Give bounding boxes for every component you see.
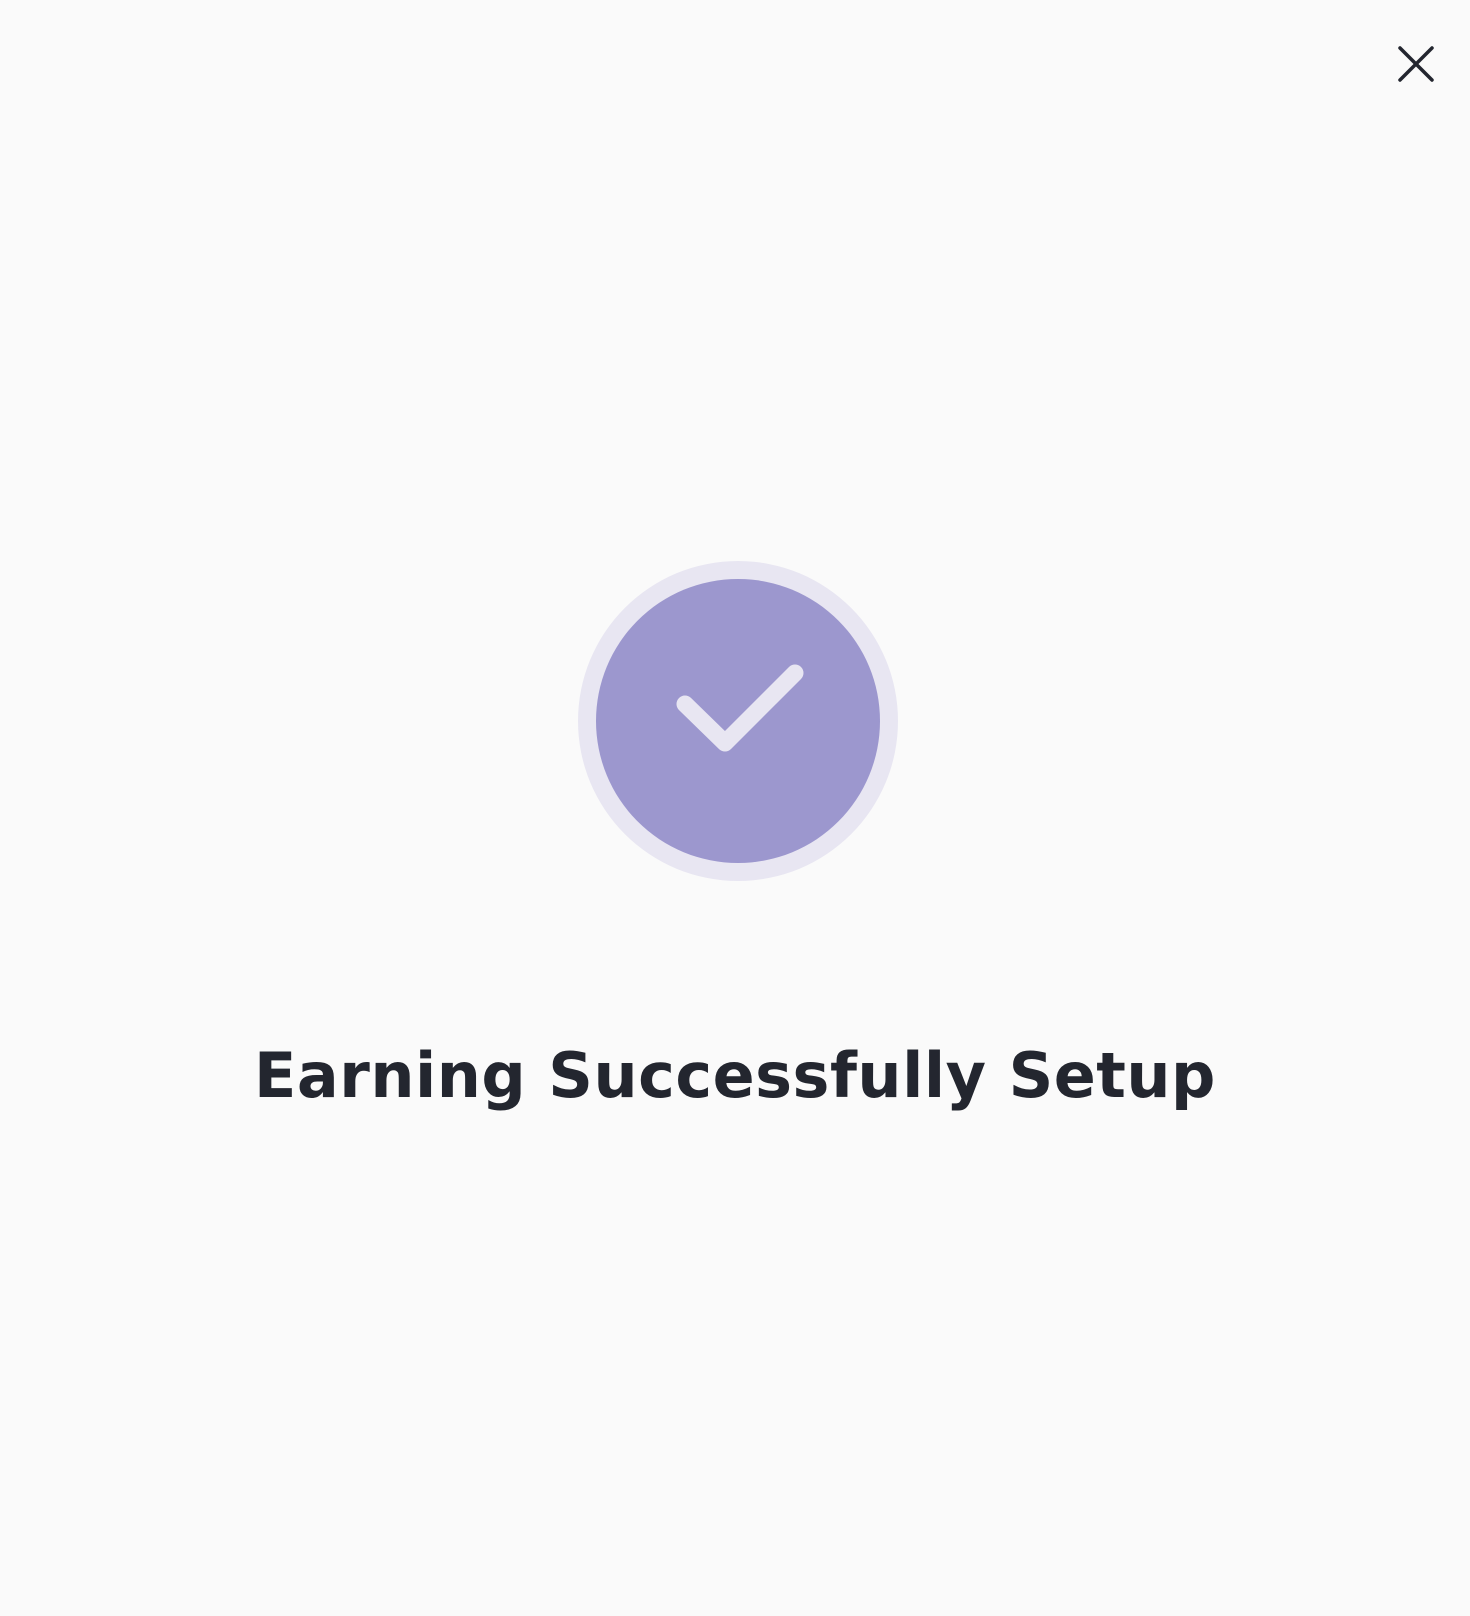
success-badge [578, 561, 898, 881]
success-screen: Earning Successfully Setup [0, 0, 1470, 1616]
close-icon [1398, 46, 1434, 82]
success-title: Earning Successfully Setup [254, 1039, 1216, 1112]
success-circle [596, 579, 880, 863]
check-icon [676, 664, 804, 752]
close-button[interactable] [1388, 36, 1444, 92]
